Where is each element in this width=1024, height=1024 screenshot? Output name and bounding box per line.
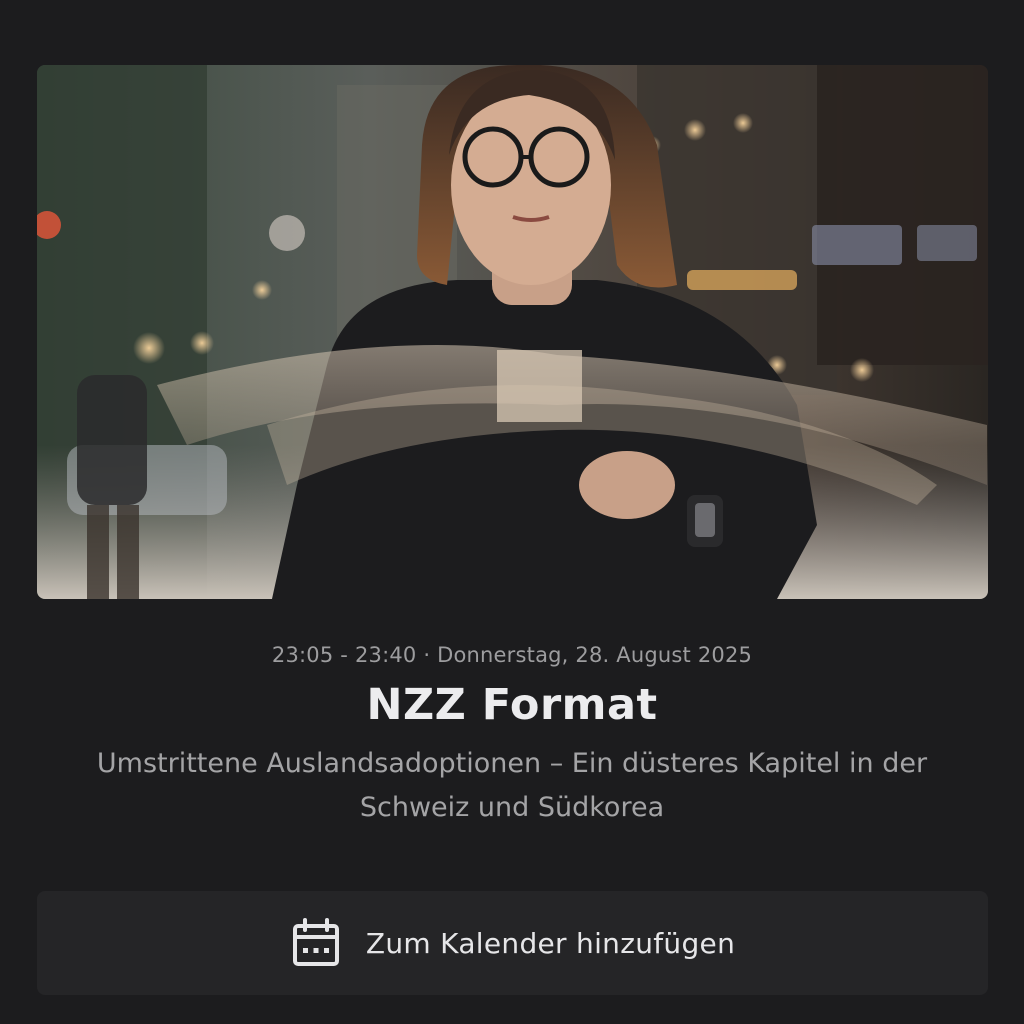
program-subtitle: Umstrittene Auslandsadoptionen – Ein düs… [96, 748, 928, 823]
program-hero-image [37, 65, 988, 599]
program-detail-screen: 23:05 - 23:40 · Donnerstag, 28. August 2… [0, 0, 1024, 1024]
add-to-calendar-label: Zum Kalender hinzufügen [365, 926, 736, 960]
broadcast-schedule: 23:05 - 23:40 · Donnerstag, 28. August 2… [271, 643, 753, 667]
hero-photo [37, 65, 988, 599]
program-title: NZZ Format [366, 680, 658, 730]
calendar-icon [290, 917, 342, 969]
add-to-calendar-button[interactable]: Zum Kalender hinzufügen [37, 891, 988, 995]
